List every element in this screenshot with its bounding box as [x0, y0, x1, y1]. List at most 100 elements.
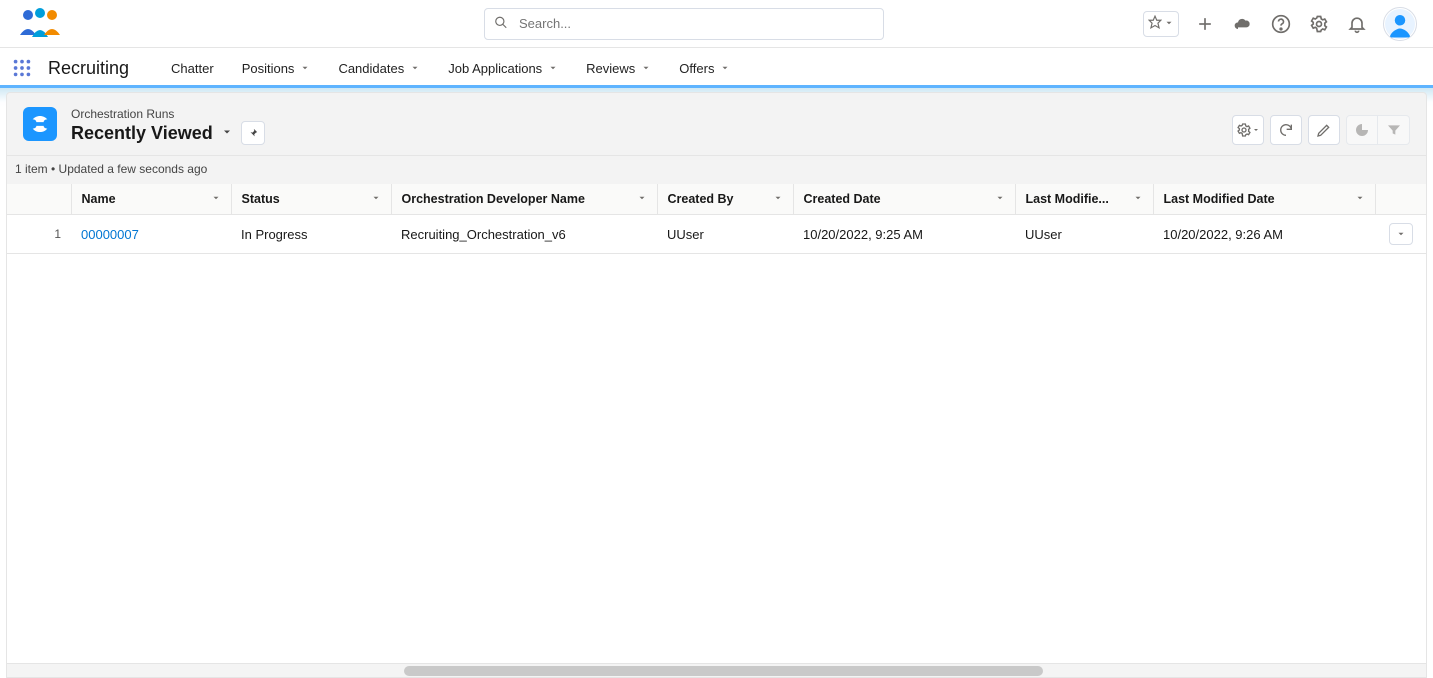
column-actions: [1375, 184, 1427, 215]
orchestration-run-icon: [23, 107, 57, 141]
nav-offers[interactable]: Offers: [665, 48, 744, 88]
app-launcher-button[interactable]: [8, 54, 36, 82]
column-last-modified-by[interactable]: Last Modifie...: [1015, 184, 1153, 215]
caret-down-icon: [1396, 229, 1406, 239]
table-row[interactable]: 1 00000007 In Progress Recruiting_Orches…: [7, 215, 1427, 254]
gear-icon: [1309, 14, 1329, 34]
refresh-icon: [1278, 122, 1294, 138]
column-label: Created Date: [804, 192, 881, 206]
cell-developer-name: Recruiting_Orchestration_v6: [391, 215, 657, 254]
chevron-down-icon: [300, 61, 310, 76]
chevron-down-icon: [637, 192, 647, 206]
chevron-down-icon: [548, 61, 558, 76]
nav-job-applications[interactable]: Job Applications: [434, 48, 572, 88]
salesforce-cloud-button[interactable]: [1231, 12, 1255, 36]
nav-label: Candidates: [338, 61, 404, 76]
chevron-down-icon: [720, 61, 730, 76]
cell-last-modified-by: UUser: [1015, 215, 1153, 254]
caret-down-icon[interactable]: [221, 126, 233, 141]
search-input[interactable]: [484, 8, 884, 40]
list-view-name[interactable]: Recently Viewed: [71, 123, 213, 144]
row-actions-button[interactable]: [1389, 223, 1413, 245]
chevron-down-icon: [1355, 192, 1365, 206]
gear-icon: [1236, 122, 1252, 138]
column-label: Last Modified Date: [1164, 192, 1275, 206]
bell-icon: [1347, 14, 1367, 34]
row-number: 1: [7, 215, 71, 254]
refresh-button[interactable]: [1270, 115, 1302, 145]
nav-positions[interactable]: Positions: [228, 48, 325, 88]
inline-edit-button[interactable]: [1308, 115, 1340, 145]
column-created-date[interactable]: Created Date: [793, 184, 1015, 215]
nav-reviews[interactable]: Reviews: [572, 48, 665, 88]
nav-label: Positions: [242, 61, 295, 76]
nav-label: Chatter: [171, 61, 214, 76]
list-meta: 1 item • Updated a few seconds ago: [15, 162, 1410, 176]
caret-down-icon: [1164, 16, 1174, 31]
horizontal-scrollbar[interactable]: [7, 663, 1426, 677]
context-bar: Recruiting Chatter Positions Candidates …: [0, 48, 1433, 88]
column-developer-name[interactable]: Orchestration Developer Name: [391, 184, 657, 215]
nav-chatter[interactable]: Chatter: [157, 48, 228, 88]
cell-created-date: 10/20/2022, 9:25 AM: [793, 215, 1015, 254]
notifications-button[interactable]: [1345, 12, 1369, 36]
cell-actions: [1375, 215, 1427, 254]
pencil-icon: [1316, 122, 1332, 138]
column-label: Created By: [668, 192, 734, 206]
favorites-menu[interactable]: [1143, 11, 1179, 37]
chevron-down-icon: [995, 192, 1005, 206]
plus-icon: [1195, 14, 1215, 34]
nav-label: Reviews: [586, 61, 635, 76]
app-name: Recruiting: [48, 58, 129, 79]
list-settings-button[interactable]: [1232, 115, 1264, 145]
data-table: Name Status Orchestration Developer Name: [6, 184, 1427, 678]
page-area: Orchestration Runs Recently Viewed: [0, 88, 1433, 678]
column-created-by[interactable]: Created By: [657, 184, 793, 215]
cloud-icon: [1233, 14, 1253, 34]
list-meta-wrap: 1 item • Updated a few seconds ago: [6, 156, 1427, 184]
nav-label: Job Applications: [448, 61, 542, 76]
chevron-down-icon: [371, 192, 381, 206]
waffle-icon: [11, 57, 33, 79]
record-link[interactable]: 00000007: [81, 227, 139, 242]
cell-last-modified-date: 10/20/2022, 9:26 AM: [1153, 215, 1375, 254]
cell-status: In Progress: [231, 215, 391, 254]
title-block: Orchestration Runs Recently Viewed: [71, 107, 265, 145]
chart-icon: [1354, 122, 1370, 138]
cell-name: 00000007: [71, 215, 231, 254]
chevron-down-icon: [641, 61, 651, 76]
global-create-button[interactable]: [1193, 12, 1217, 36]
setup-button[interactable]: [1307, 12, 1331, 36]
chevron-down-icon: [211, 192, 221, 206]
global-search: [484, 8, 884, 40]
app-logo: [16, 5, 64, 43]
filter-button: [1378, 115, 1410, 145]
column-row-number: [7, 184, 71, 215]
chart-button: [1346, 115, 1378, 145]
scrollbar-thumb[interactable]: [404, 666, 1043, 676]
caret-down-icon: [1252, 126, 1260, 134]
search-icon: [494, 15, 508, 32]
column-label: Orchestration Developer Name: [402, 192, 585, 206]
header-actions: [1143, 7, 1417, 41]
column-status[interactable]: Status: [231, 184, 391, 215]
pin-list-button[interactable]: [241, 121, 265, 145]
object-label: Orchestration Runs: [71, 107, 265, 121]
column-label: Status: [242, 192, 280, 206]
column-label: Last Modifie...: [1026, 192, 1109, 206]
global-header: [0, 0, 1433, 48]
page-header: Orchestration Runs Recently Viewed: [6, 92, 1427, 156]
cell-created-by: UUser: [657, 215, 793, 254]
chevron-down-icon: [773, 192, 783, 206]
star-icon: [1148, 15, 1162, 32]
help-button[interactable]: [1269, 12, 1293, 36]
question-icon: [1271, 14, 1291, 34]
column-name[interactable]: Name: [71, 184, 231, 215]
list-view-controls: [1232, 115, 1410, 145]
column-last-modified-date[interactable]: Last Modified Date: [1153, 184, 1375, 215]
user-avatar[interactable]: [1383, 7, 1417, 41]
table-header-row: Name Status Orchestration Developer Name: [7, 184, 1427, 215]
nav-label: Offers: [679, 61, 714, 76]
nav-candidates[interactable]: Candidates: [324, 48, 434, 88]
chevron-down-icon: [410, 61, 420, 76]
